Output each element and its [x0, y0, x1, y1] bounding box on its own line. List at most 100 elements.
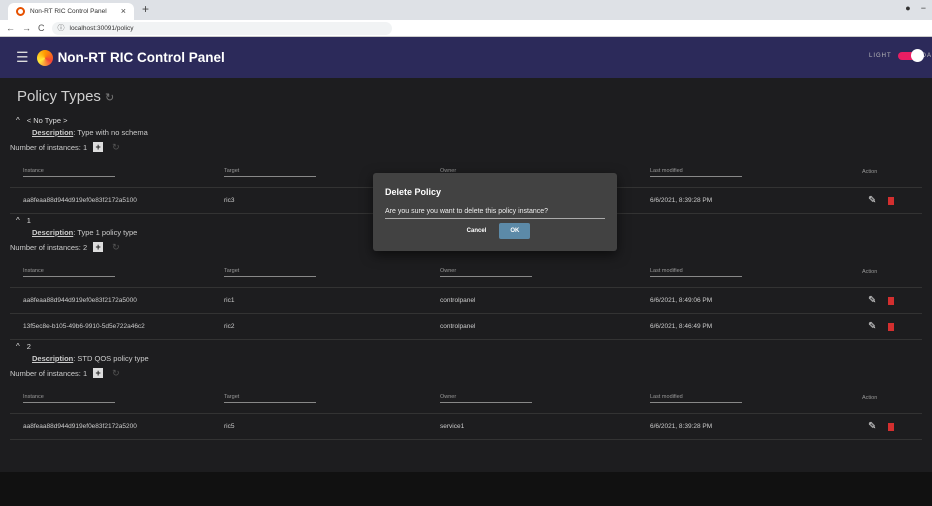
instance-id[interactable]: aa8feaa88d944d919ef0e83f2172a5100	[23, 197, 137, 204]
col-instance[interactable]: Instance	[23, 268, 115, 277]
chevron-up-icon[interactable]: ^	[16, 216, 20, 225]
theme-toggle[interactable]: LIGHT DA	[869, 49, 932, 62]
table-row[interactable]: 13f5ec8e-b105-49b6-9910-5d5e722a46c2 ric…	[10, 314, 922, 340]
col-action: Action	[862, 268, 878, 275]
delete-icon[interactable]	[888, 422, 895, 431]
app-toolbar: ☰ Non-RT RIC Control Panel LIGHT DA	[0, 37, 932, 78]
delete-icon[interactable]	[888, 322, 895, 331]
ok-button[interactable]: OK	[499, 223, 531, 239]
policy-type-label: < No Type >	[26, 115, 68, 125]
delete-icon[interactable]	[888, 296, 895, 305]
col-owner[interactable]: Owner	[440, 268, 532, 277]
edit-icon[interactable]: ✎	[868, 195, 876, 206]
back-icon[interactable]: ←	[6, 23, 15, 33]
add-instance-icon[interactable]: +	[93, 368, 104, 378]
tab-close-icon[interactable]: ×	[121, 6, 126, 16]
col-last-modified[interactable]: Last modified	[650, 168, 742, 177]
description-label: Description	[32, 228, 74, 237]
logo-icon	[36, 49, 53, 66]
col-action: Action	[862, 394, 878, 401]
policy-type-header[interactable]: ^ 2	[16, 340, 922, 352]
page-title: Policy Types ↻	[17, 88, 115, 105]
col-target[interactable]: Target	[224, 268, 316, 277]
col-target[interactable]: Target	[224, 168, 316, 177]
theme-switch[interactable]	[897, 49, 924, 62]
delete-icon[interactable]	[888, 196, 895, 205]
instance-count: Number of instances: 1 + ↻	[10, 366, 922, 380]
policy-type-group: ^ 2 Description: STD QOS policy type Num…	[10, 340, 922, 440]
app-title: Non-RT RIC Control Panel	[57, 50, 225, 65]
refresh-instances-icon[interactable]: ↻	[112, 368, 120, 379]
footer-bar	[0, 472, 932, 506]
reload-icon[interactable]: C	[38, 23, 45, 33]
owner: controlpanel	[440, 297, 476, 304]
col-target[interactable]: Target	[224, 394, 316, 403]
col-owner[interactable]: Owner	[440, 394, 532, 403]
description-label: Description	[32, 128, 74, 137]
col-instance[interactable]: Instance	[23, 394, 115, 403]
description-text: : STD QOS policy type	[73, 354, 149, 363]
record-icon[interactable]: ●	[905, 3, 910, 13]
edit-icon[interactable]: ✎	[868, 421, 876, 432]
description-text: : Type with no schema	[73, 128, 148, 137]
dialog-message: Are you sure you want to delete this pol…	[385, 208, 605, 219]
refresh-instances-icon[interactable]: ↻	[112, 142, 120, 153]
instance-id[interactable]: 13f5ec8e-b105-49b6-9910-5d5e722a46c2	[23, 323, 145, 330]
instance-count-label: Number of instances: 2	[10, 242, 88, 252]
col-last-modified[interactable]: Last modified	[650, 268, 742, 277]
col-last-modified[interactable]: Last modified	[650, 394, 742, 403]
address-bar: ← → C ⓘ localhost:30091/policy	[0, 20, 932, 37]
table-header: Instance Target Owner Last modified Acti…	[10, 384, 922, 414]
main-content: Policy Types ↻ ^ < No Type > Description:…	[0, 78, 932, 486]
tab-title: Non-RT RIC Control Panel	[30, 8, 107, 15]
description-text: : Type 1 policy type	[73, 228, 138, 237]
refresh-instances-icon[interactable]: ↻	[112, 242, 120, 253]
url-field[interactable]: ⓘ localhost:30091/policy	[51, 21, 392, 35]
description-label: Description	[32, 354, 74, 363]
chevron-up-icon[interactable]: ^	[16, 116, 20, 125]
delete-policy-dialog: Delete Policy Are you sure you want to d…	[373, 173, 617, 251]
instance-count-label: Number of instances: 1	[10, 368, 88, 378]
instance-id[interactable]: aa8feaa88d944d919ef0e83f2172a5200	[23, 423, 137, 430]
info-icon[interactable]: ⓘ	[58, 23, 65, 33]
target: ric3	[224, 197, 235, 204]
minimize-icon[interactable]: −	[921, 3, 926, 13]
forward-icon[interactable]: →	[22, 23, 31, 33]
policy-type-label: 1	[26, 215, 31, 225]
target: ric2	[224, 323, 235, 330]
browser-tab[interactable]: Non-RT RIC Control Panel ×	[8, 3, 134, 20]
cancel-button[interactable]: Cancel	[460, 223, 494, 239]
favicon-icon	[16, 7, 25, 16]
policy-type-description: Description: Type with no schema	[32, 128, 922, 140]
instances-table: Instance Target Owner Last modified Acti…	[10, 384, 922, 440]
last-modified: 6/6/2021, 8:46:49 PM	[650, 323, 713, 330]
policy-type-description: Description: STD QOS policy type	[32, 354, 922, 366]
new-tab-button[interactable]: +	[142, 2, 149, 16]
edit-icon[interactable]: ✎	[868, 295, 876, 306]
instance-count-label: Number of instances: 1	[10, 142, 88, 152]
last-modified: 6/6/2021, 8:39:28 PM	[650, 423, 713, 430]
edit-icon[interactable]: ✎	[868, 321, 876, 332]
instance-id[interactable]: aa8feaa88d944d919ef0e83f2172a5000	[23, 297, 137, 304]
add-instance-icon[interactable]: +	[93, 142, 104, 152]
table-row[interactable]: aa8feaa88d944d919ef0e83f2172a5200 ric5 s…	[10, 414, 922, 440]
window-controls: ● −	[905, 3, 926, 13]
target: ric5	[224, 423, 235, 430]
chevron-up-icon[interactable]: ^	[16, 342, 20, 351]
owner: service1	[440, 423, 465, 430]
refresh-icon[interactable]: ↻	[105, 92, 114, 104]
dialog-title: Delete Policy	[385, 187, 442, 197]
row-actions: ✎	[868, 295, 895, 306]
add-instance-icon[interactable]: +	[93, 242, 104, 252]
instance-count: Number of instances: 1 + ↻	[10, 140, 922, 154]
menu-icon[interactable]: ☰	[16, 49, 29, 66]
col-action: Action	[862, 168, 878, 175]
col-instance[interactable]: Instance	[23, 168, 115, 177]
row-actions: ✎	[868, 321, 895, 332]
instances-table: Instance Target Owner Last modified Acti…	[10, 258, 922, 340]
table-header: Instance Target Owner Last modified Acti…	[10, 258, 922, 288]
table-row[interactable]: aa8feaa88d944d919ef0e83f2172a5000 ric1 c…	[10, 288, 922, 314]
policy-groups: ^ < No Type > Description: Type with no …	[10, 114, 922, 440]
row-actions: ✎	[868, 195, 895, 206]
policy-type-header[interactable]: ^ < No Type >	[16, 114, 922, 126]
